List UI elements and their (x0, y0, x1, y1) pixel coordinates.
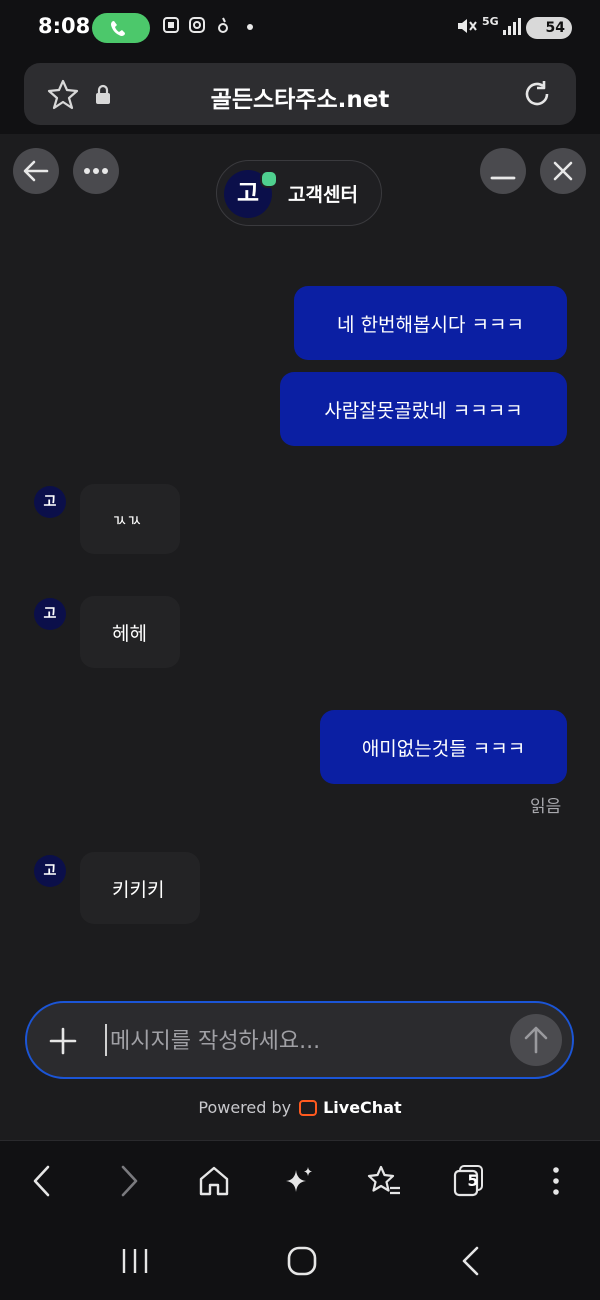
screenshot-icon (162, 16, 180, 39)
message-incoming: ㄳㄳ (80, 484, 180, 554)
read-receipt: 읽음 (530, 797, 562, 817)
url-text[interactable]: 골든스타주소.net (0, 80, 600, 114)
network-type: 5G (482, 15, 499, 28)
minimize-icon (490, 176, 516, 180)
message-incoming: 키키키 (80, 852, 200, 924)
send-button[interactable] (510, 1014, 562, 1066)
powered-by-label: Powered by (198, 1098, 292, 1117)
livechat-logo-icon (299, 1100, 318, 1116)
sparkles-icon (286, 1167, 312, 1192)
ongoing-call-pill[interactable] (92, 13, 150, 43)
attach-button[interactable] (46, 1024, 80, 1062)
message-incoming: 헤헤 (80, 596, 180, 668)
mute-icon (456, 16, 478, 41)
phone-icon (111, 21, 125, 36)
plus-icon (49, 1027, 77, 1055)
status-time: 8:08 (38, 14, 91, 38)
agent-avatar-small: 고 (34, 486, 66, 518)
message-outgoing: 애미없는것들 ㅋㅋㅋ (320, 710, 567, 784)
more-options-button[interactable] (73, 148, 119, 194)
home-icon (199, 1166, 229, 1196)
chevron-right-icon (121, 1165, 138, 1197)
reload-icon[interactable] (520, 77, 554, 115)
livechat-brand: LiveChat (323, 1098, 402, 1117)
browser-forward-button[interactable] (104, 1158, 154, 1204)
system-back-icon (462, 1246, 479, 1276)
tabs-button[interactable]: 5 (444, 1158, 494, 1204)
more-horizontal-icon (84, 168, 108, 174)
arrow-left-icon (23, 160, 49, 182)
agent-avatar-small: 고 (34, 855, 66, 887)
message-outgoing: 사람잘못골랐네 ㅋㅋㅋㅋ (280, 372, 567, 446)
agent-avatar-small: 고 (34, 598, 66, 630)
close-button[interactable] (540, 148, 586, 194)
system-home-button[interactable] (286, 1245, 318, 1281)
system-back-button[interactable] (458, 1245, 484, 1281)
back-button[interactable] (13, 148, 59, 194)
browser-menu-button[interactable] (531, 1158, 581, 1204)
tab-count: 5 (467, 1171, 479, 1190)
home-circle-icon (287, 1246, 317, 1276)
recent-apps-button[interactable] (118, 1246, 152, 1280)
arrow-up-icon (524, 1026, 548, 1054)
message-outgoing: 네 한번해봅시다 ㅋㅋㅋ (294, 286, 567, 360)
recent-apps-icon (122, 1249, 148, 1273)
battery-level: 54 (526, 17, 572, 39)
signal-icon (502, 16, 522, 41)
chevron-left-icon (33, 1165, 50, 1197)
instagram-icon (188, 16, 206, 39)
browser-back-button[interactable] (17, 1158, 67, 1204)
message-input[interactable] (108, 1022, 492, 1060)
home-button[interactable] (189, 1158, 239, 1204)
more-vertical-icon (553, 1167, 559, 1195)
close-icon (553, 161, 573, 181)
minimize-button[interactable] (480, 148, 526, 194)
agent-name: 고객센터 (288, 184, 358, 206)
notification-icon (216, 16, 230, 39)
more-notifications-dot (247, 24, 253, 30)
online-status-dot (260, 170, 278, 188)
star-list-icon (367, 1165, 400, 1195)
text-caret (105, 1024, 107, 1056)
powered-by[interactable]: Powered by LiveChat (0, 1098, 600, 1117)
ai-assistant-button[interactable] (274, 1158, 324, 1204)
bookmarks-button[interactable] (359, 1158, 409, 1204)
